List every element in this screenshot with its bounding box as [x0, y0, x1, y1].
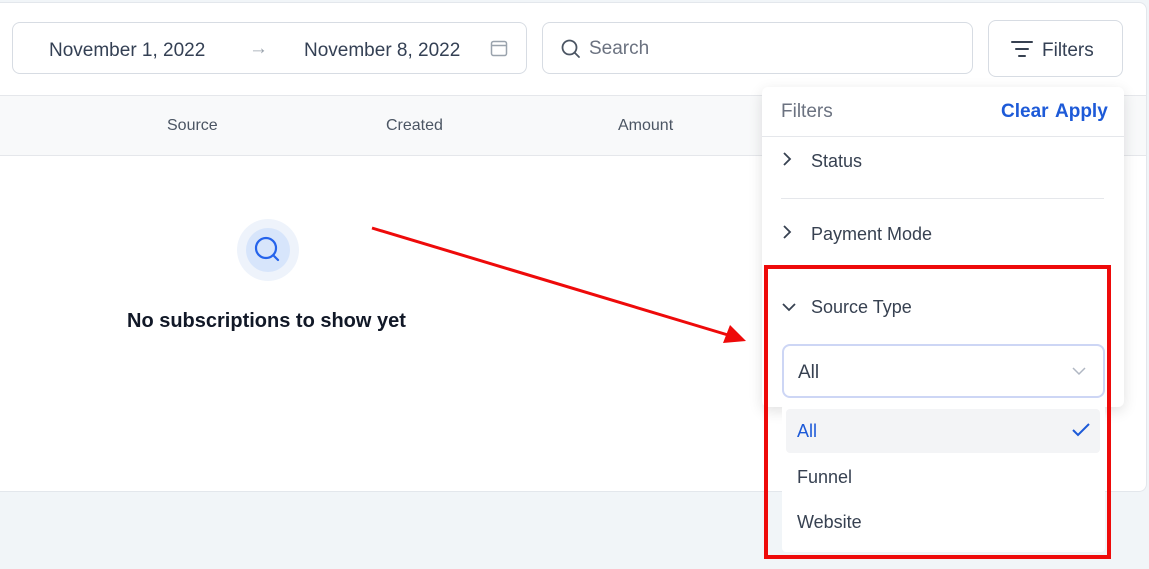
chevron-right-icon: [781, 224, 801, 245]
filter-section-payment-mode[interactable]: Payment Mode: [781, 224, 932, 245]
filter-section-label: Status: [811, 151, 863, 171]
filter-section-label: Payment Mode: [811, 224, 933, 244]
divider: [781, 198, 1104, 199]
annotation-highlight-box: [764, 265, 1111, 559]
filter-section-status[interactable]: Status: [781, 151, 862, 172]
apply-button[interactable]: Apply: [1055, 101, 1108, 123]
chevron-right-icon: [781, 151, 801, 172]
divider: [762, 136, 1124, 137]
filters-panel-title: Filters: [781, 101, 833, 122]
clear-button[interactable]: Clear: [1001, 101, 1049, 123]
